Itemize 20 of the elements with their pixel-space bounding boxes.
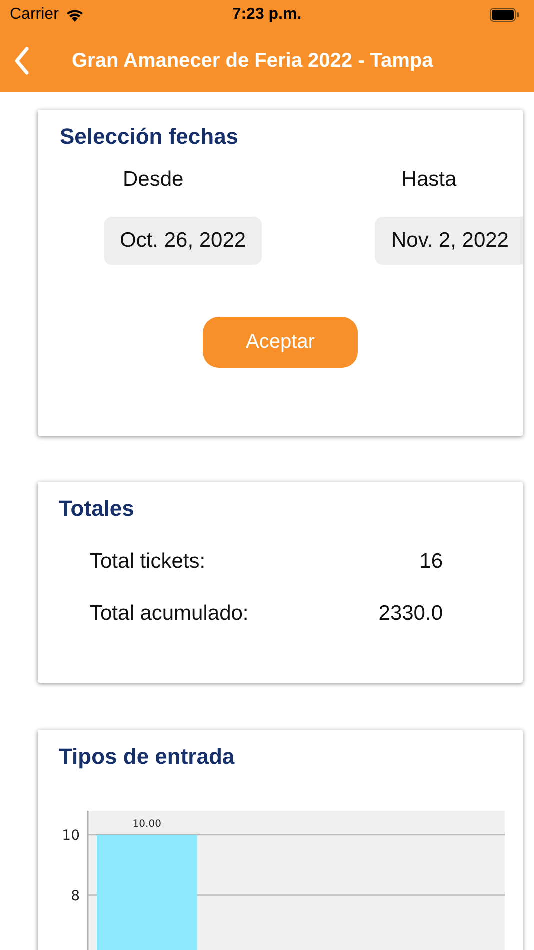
nav-title: Gran Amanecer de Feria 2022 - Tampa: [72, 50, 434, 72]
battery-icon: [490, 8, 520, 22]
carrier-name: Carrier: [10, 6, 59, 24]
from-label: Desde: [123, 168, 184, 192]
bar-value-label: 10.00: [132, 819, 162, 830]
wifi-icon: [64, 8, 85, 22]
to-label: Hasta: [402, 168, 457, 192]
y-tick-label: 8: [71, 888, 80, 904]
total-value: 16: [420, 550, 443, 574]
from-date-field[interactable]: Oct. 26, 2022: [104, 217, 262, 265]
total-label: Total tickets:: [90, 550, 206, 574]
total-label: Total acumulado:: [90, 602, 249, 626]
back-icon[interactable]: [14, 47, 30, 75]
status-time: 7:23 p.m.: [232, 6, 302, 24]
to-date-field[interactable]: Nov. 2, 2022: [375, 217, 523, 265]
card-title: Tipos de entrada: [58, 744, 236, 770]
total-value: 2330.0: [378, 602, 443, 626]
card-title: Totales: [58, 496, 136, 522]
y-tick-label: 10: [62, 828, 80, 844]
card-title: Selección fechas: [59, 124, 240, 150]
